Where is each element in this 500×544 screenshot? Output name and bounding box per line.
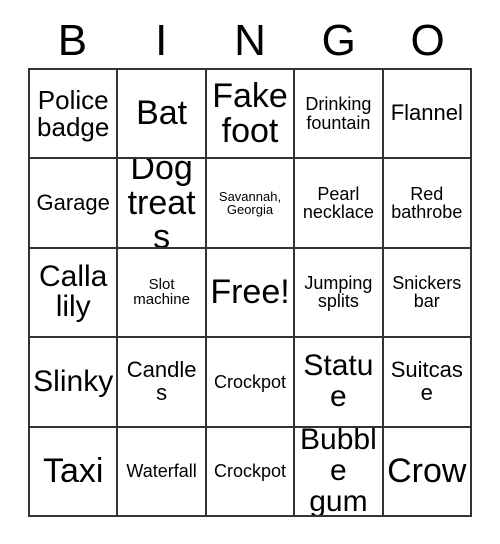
bingo-cell-label: Jumping splits xyxy=(304,273,373,312)
bingo-card: B I N G O Police badge Bat Fake foot Dri… xyxy=(0,0,500,544)
bingo-cell[interactable]: Crow xyxy=(383,427,472,517)
bingo-cell-label: Statue xyxy=(303,349,374,413)
bingo-cell-free[interactable]: Free! xyxy=(206,248,296,339)
bingo-cell-label: Candles xyxy=(126,357,197,405)
bingo-cell-label: Bubble gum xyxy=(300,427,377,517)
bingo-cell-label: Flannel xyxy=(390,100,463,126)
bingo-cell-label: Red bathrobe xyxy=(391,183,463,223)
bingo-cell[interactable]: Taxi xyxy=(30,427,119,517)
bingo-cell[interactable]: Flannel xyxy=(383,70,472,160)
bingo-cell[interactable]: Suitcase xyxy=(383,338,472,428)
bingo-cell-label: Police badge xyxy=(37,85,110,142)
bingo-cell[interactable]: Jumping splits xyxy=(295,248,384,339)
bingo-cell-label: Slinky xyxy=(33,364,114,398)
bingo-cell-label: Savannah, Georgia xyxy=(218,188,282,218)
bingo-cell-label: Crockpot xyxy=(213,461,286,482)
bingo-grid: Police badge Bat Fake foot Drinking foun… xyxy=(28,68,472,517)
bingo-cell-label: Drinking fountain xyxy=(305,94,372,133)
bingo-cell-label: Crockpot xyxy=(213,371,286,392)
bingo-header-letter-o: O xyxy=(410,16,445,65)
bingo-cell[interactable]: Savannah, Georgia xyxy=(206,159,296,249)
bingo-cell[interactable]: Police badge xyxy=(30,70,119,160)
bingo-cell-label: Fake foot xyxy=(212,77,288,150)
bingo-cell-label: Slot machine xyxy=(133,276,190,309)
bingo-cell[interactable]: Pearl necklace xyxy=(295,159,384,249)
bingo-cell-label: Bat xyxy=(136,94,188,133)
bingo-cell-label: Pearl necklace xyxy=(302,183,374,223)
bingo-cell[interactable]: Snickers bar xyxy=(383,248,472,339)
bingo-cell[interactable]: Drinking fountain xyxy=(295,70,384,160)
bingo-cell[interactable]: Red bathrobe xyxy=(383,159,472,249)
bingo-header-letter-b: B xyxy=(57,16,88,65)
bingo-cell[interactable]: Bat xyxy=(118,70,207,160)
bingo-cell[interactable]: Slinky xyxy=(30,338,119,428)
bingo-header-row: B I N G O xyxy=(28,14,472,68)
bingo-cell[interactable]: Statue xyxy=(295,338,384,428)
bingo-cell-label: Garage xyxy=(36,189,110,215)
bingo-cell[interactable]: Candles xyxy=(118,338,207,428)
bingo-cell[interactable]: Slot machine xyxy=(118,248,207,339)
bingo-cell[interactable]: Garage xyxy=(30,159,119,249)
bingo-cell-label: Crow xyxy=(387,451,467,490)
bingo-cell-label: Free! xyxy=(210,273,290,312)
bingo-header-letter-g: G xyxy=(321,16,356,65)
bingo-cell-label: Dog treats xyxy=(127,159,196,249)
bingo-cell-label: Suitcase xyxy=(390,357,463,405)
bingo-cell[interactable]: Waterfall xyxy=(118,427,207,517)
bingo-cell-label: Waterfall xyxy=(126,461,197,482)
bingo-header-letter-i: I xyxy=(155,16,168,65)
bingo-cell[interactable]: Crockpot xyxy=(206,427,296,517)
bingo-cell[interactable]: Dog treats xyxy=(118,159,207,249)
bingo-cell-label: Calla lily xyxy=(39,259,108,324)
bingo-cell-label: Snickers bar xyxy=(392,273,462,312)
bingo-cell-label: Taxi xyxy=(42,451,104,490)
bingo-header-letter-n: N xyxy=(234,16,266,65)
bingo-cell[interactable]: Calla lily xyxy=(30,248,119,339)
bingo-cell[interactable]: Fake foot xyxy=(206,70,296,160)
bingo-cell[interactable]: Bubble gum xyxy=(295,427,384,517)
bingo-cell[interactable]: Crockpot xyxy=(206,338,296,428)
